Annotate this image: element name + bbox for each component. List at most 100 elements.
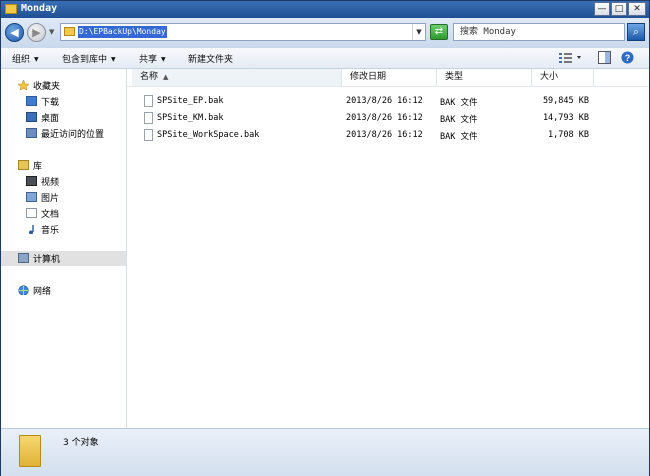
sidebar-item-computer[interactable]: 计算机 xyxy=(1,251,126,266)
sidebar-item-network[interactable]: 网络 xyxy=(1,283,126,298)
sidebar-label: 收藏夹 xyxy=(33,82,61,92)
sidebar-label: 图片 xyxy=(41,194,60,204)
sidebar-label: 库 xyxy=(33,162,43,172)
refresh-button[interactable]: ⇄ xyxy=(430,24,448,40)
address-bar[interactable]: D:\EPBackUp\Monday ▼ xyxy=(60,23,426,41)
sidebar-label: 视频 xyxy=(41,178,60,188)
sidebar-item-pictures[interactable]: 图片 xyxy=(1,190,126,205)
details-pane: 3 个对象 xyxy=(1,428,649,476)
video-icon xyxy=(26,176,37,186)
share-label: 共享 xyxy=(139,55,158,65)
file-name: SPSite_EP.bak xyxy=(157,96,224,106)
downloads-icon xyxy=(26,96,37,106)
star-icon xyxy=(18,80,29,90)
network-icon xyxy=(18,285,29,295)
svg-text:?: ? xyxy=(625,53,631,63)
forward-button[interactable]: ▶ xyxy=(27,23,46,42)
navigation-pane: 收藏夹 下载 桌面 最近访问的位置 库 视频 图片 文档 音乐 计算机 网络 xyxy=(1,69,127,428)
search-button[interactable]: ⌕ xyxy=(627,23,645,41)
help-button[interactable]: ? xyxy=(621,51,634,67)
column-label: 名称 xyxy=(140,72,159,82)
caption-buttons: — □ ✕ xyxy=(594,2,646,16)
sidebar-item-videos[interactable]: 视频 xyxy=(1,174,126,189)
preview-pane-button[interactable] xyxy=(598,51,611,67)
sidebar-item-desktop[interactable]: 桌面 xyxy=(1,110,126,125)
sidebar-item-documents[interactable]: 文档 xyxy=(1,206,126,221)
share-menu[interactable]: 共享 ▼ xyxy=(139,52,166,65)
file-size: 14,793 KB xyxy=(542,113,589,123)
file-name: SPSite_WorkSpace.bak xyxy=(157,130,260,140)
column-header-type[interactable]: 类型 xyxy=(437,69,532,86)
file-row[interactable]: SPSite_KM.bak 2013/8/26 16:12 BAK 文件 14,… xyxy=(127,111,649,126)
computer-icon xyxy=(18,253,29,263)
recent-places-icon xyxy=(26,128,37,138)
maximize-button[interactable]: □ xyxy=(611,2,627,16)
search-placeholder: 搜索 Monday xyxy=(460,27,516,37)
column-header-modified[interactable]: 修改日期 xyxy=(342,69,437,86)
command-bar: 组织 ▼ 包含到库中 ▼ 共享 ▼ 新建文件夹 ? xyxy=(1,48,649,69)
window-title: Monday xyxy=(21,3,58,14)
sidebar-item-favorites[interactable]: 收藏夹 xyxy=(1,78,126,93)
file-row[interactable]: SPSite_EP.bak 2013/8/26 16:12 BAK 文件 59,… xyxy=(127,94,649,109)
documents-icon xyxy=(26,208,37,218)
folder-icon xyxy=(64,27,75,36)
pictures-icon xyxy=(26,192,37,202)
file-modified: 2013/8/26 16:12 xyxy=(346,96,423,106)
file-icon xyxy=(144,112,153,124)
preview-pane-icon xyxy=(598,51,611,64)
music-icon xyxy=(29,225,34,234)
back-button[interactable]: ◀ xyxy=(5,23,24,42)
file-type: BAK 文件 xyxy=(440,132,478,142)
folder-icon xyxy=(19,435,41,467)
sidebar-item-recent[interactable]: 最近访问的位置 xyxy=(1,126,126,141)
file-modified: 2013/8/26 16:12 xyxy=(346,113,423,123)
column-header-name[interactable]: 名称 ▲ xyxy=(132,69,342,86)
address-path[interactable]: D:\EPBackUp\Monday xyxy=(78,26,167,38)
search-icon: ⌕ xyxy=(632,25,640,38)
file-list: 名称 ▲ 修改日期 类型 大小 SPSite_EP.bak 2013/8/26 1… xyxy=(127,69,649,428)
close-button[interactable]: ✕ xyxy=(628,2,646,16)
sidebar-label: 网络 xyxy=(33,287,52,297)
library-icon xyxy=(18,160,29,170)
include-in-library-menu[interactable]: 包含到库中 ▼ xyxy=(62,52,116,65)
view-options-button[interactable] xyxy=(558,51,582,67)
sidebar-item-libraries[interactable]: 库 xyxy=(1,158,126,173)
chevron-down-icon: ▼ xyxy=(34,56,39,63)
sidebar-label: 最近访问的位置 xyxy=(41,130,105,140)
sidebar-label: 音乐 xyxy=(41,226,60,236)
sidebar-item-downloads[interactable]: 下载 xyxy=(1,94,126,109)
desktop-icon xyxy=(26,112,37,122)
explorer-window: Monday — □ ✕ ◀ ▶ ▼ D:\EPBackUp\Monday ▼ … xyxy=(0,0,650,476)
include-in-library-label: 包含到库中 xyxy=(62,55,108,65)
sidebar-label: 桌面 xyxy=(41,114,60,124)
organize-label: 组织 xyxy=(12,55,31,65)
file-icon xyxy=(144,129,153,141)
recent-pages-dropdown[interactable]: ▼ xyxy=(49,28,54,36)
file-type: BAK 文件 xyxy=(440,98,478,108)
file-icon xyxy=(144,95,153,107)
folder-icon xyxy=(5,4,17,14)
address-row: ◀ ▶ ▼ D:\EPBackUp\Monday ▼ ⇄ 搜索 Monday ⌕ xyxy=(1,18,649,48)
item-count: 3 个对象 xyxy=(63,438,99,448)
minimize-button[interactable]: — xyxy=(594,2,610,16)
title-bar[interactable]: Monday — □ ✕ xyxy=(1,1,649,18)
new-folder-button[interactable]: 新建文件夹 xyxy=(188,52,233,65)
sidebar-label: 下载 xyxy=(41,98,60,108)
sidebar-label: 计算机 xyxy=(33,255,61,265)
address-dropdown[interactable]: ▼ xyxy=(412,24,425,40)
view-list-icon xyxy=(559,53,581,63)
sidebar-label: 文档 xyxy=(41,210,60,220)
refresh-icon: ⇄ xyxy=(434,26,444,37)
file-name: SPSite_KM.bak xyxy=(157,113,224,123)
file-row[interactable]: SPSite_WorkSpace.bak 2013/8/26 16:12 BAK… xyxy=(127,128,649,143)
column-header-size[interactable]: 大小 xyxy=(532,69,594,86)
search-input[interactable]: 搜索 Monday xyxy=(453,23,625,41)
organize-menu[interactable]: 组织 ▼ xyxy=(12,52,39,65)
forward-icon: ▶ xyxy=(32,26,41,39)
header-divider xyxy=(127,86,649,87)
sort-up-icon: ▲ xyxy=(163,73,169,81)
file-modified: 2013/8/26 16:12 xyxy=(346,130,423,140)
sidebar-item-music[interactable]: 音乐 xyxy=(1,222,126,237)
file-size: 1,708 KB xyxy=(548,130,589,140)
chevron-down-icon: ▼ xyxy=(111,56,116,63)
